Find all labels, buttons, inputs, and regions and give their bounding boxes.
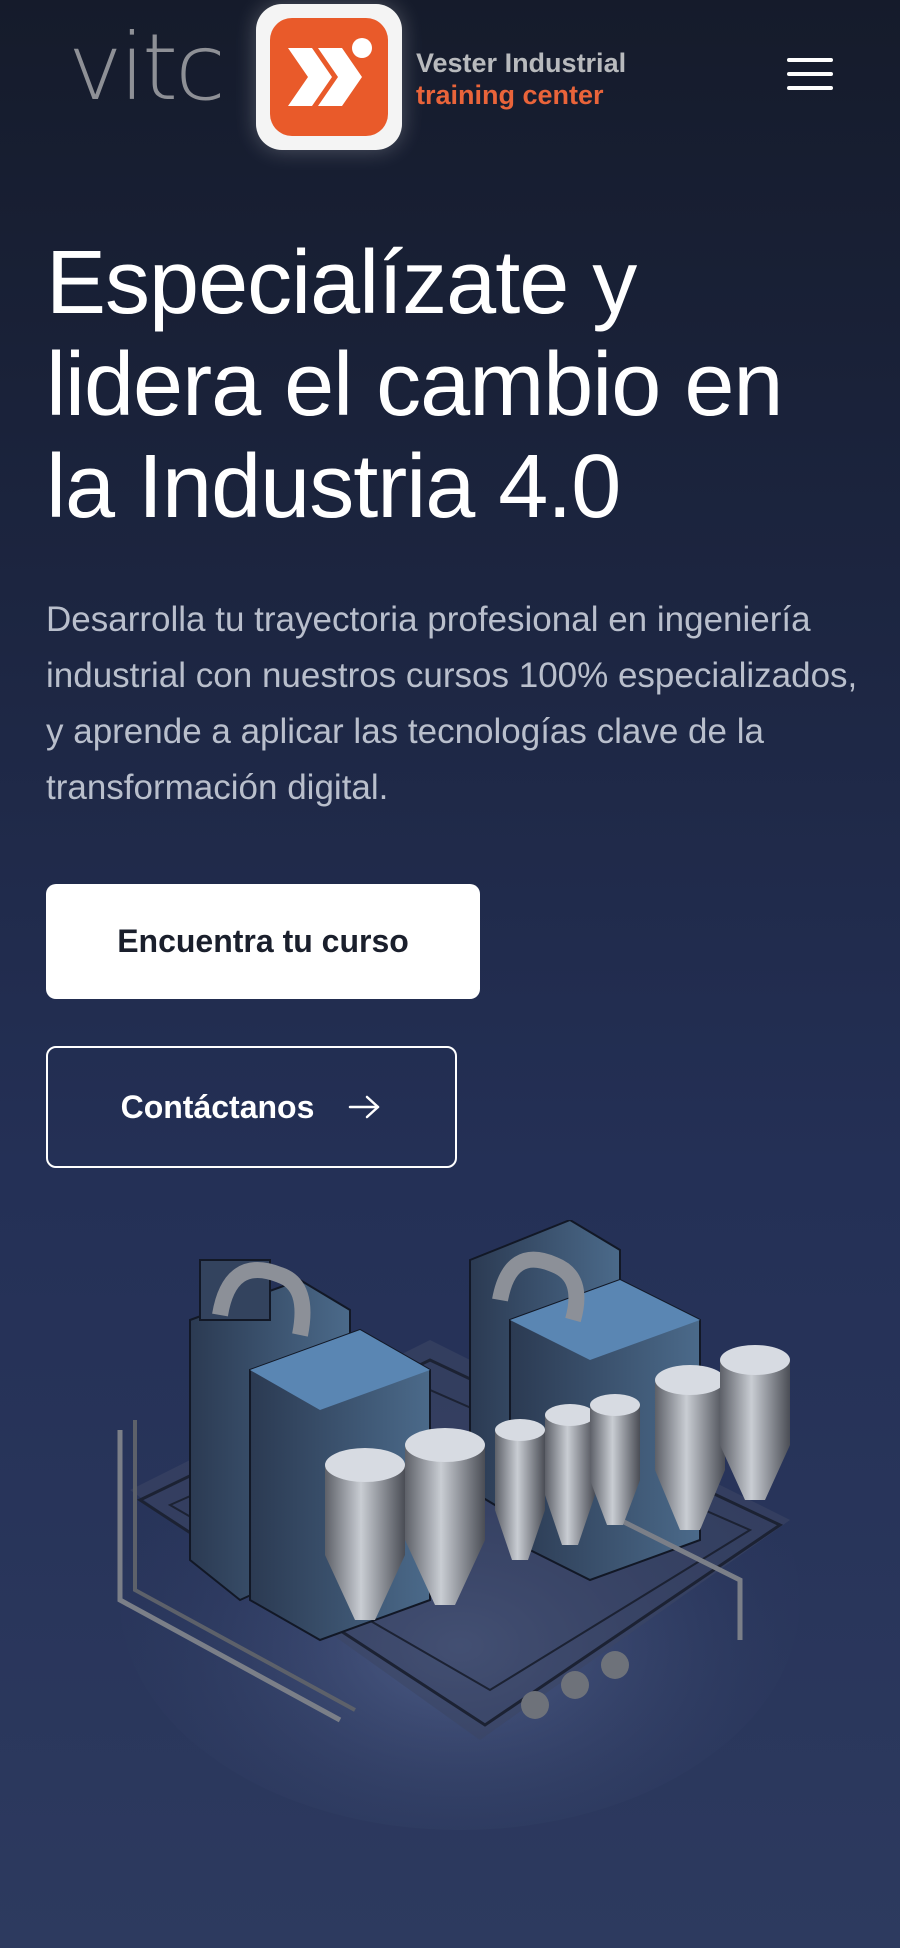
find-course-button-label: Encuentra tu curso — [117, 923, 409, 959]
industrial-plant-illustration — [117, 1220, 800, 1830]
hamburger-menu-icon[interactable] — [782, 52, 838, 96]
find-course-button[interactable]: Encuentra tu curso — [46, 884, 480, 999]
hero-title: Especialízate y lidera el cambio en la I… — [46, 233, 783, 537]
contact-button[interactable]: Contáctanos — [46, 1046, 457, 1168]
logo-tagline-line2: training center — [416, 80, 604, 110]
contact-button-label: Contáctanos — [120, 1088, 315, 1125]
hero-description: Desarrolla tu trayectoria profesional en… — [46, 600, 858, 807]
logo-badge-icon — [256, 4, 402, 150]
logo-tagline-line1: Vester Industrial — [416, 48, 627, 78]
logo-wordmark: vitc — [68, 14, 226, 121]
site-header: vitc Vester Industrial training center — [0, 0, 900, 160]
vitc-logo[interactable]: vitc Vester Industrial training center — [68, 0, 626, 160]
arrow-right-icon — [349, 1095, 380, 1119]
